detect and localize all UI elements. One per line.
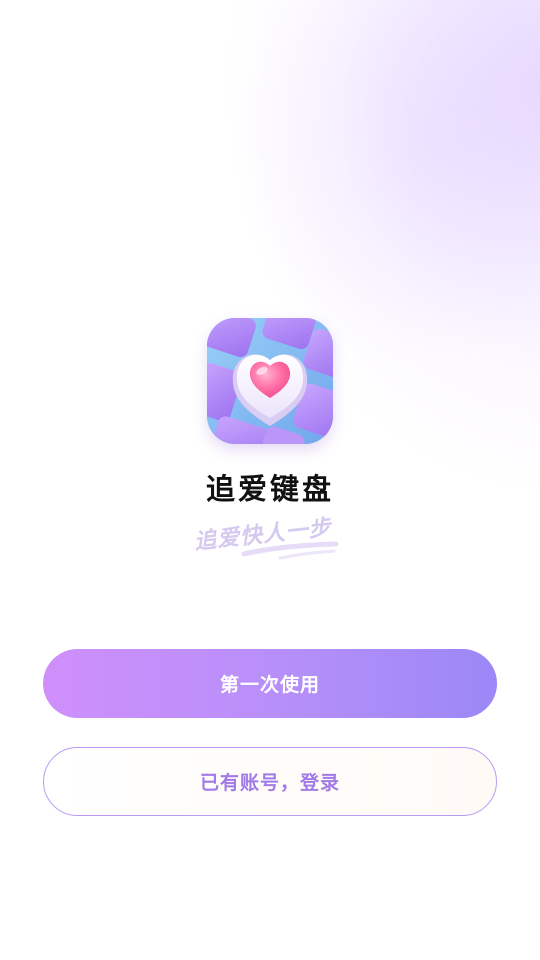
app-logo <box>207 318 333 444</box>
app-name-title: 追爱键盘 <box>205 472 334 506</box>
heart-keycap-icon <box>207 318 333 444</box>
app-slogan: 追爱快人一步 <box>190 514 350 564</box>
login-button[interactable]: 已有账号，登录 <box>43 747 497 816</box>
first-use-button[interactable]: 第一次使用 <box>43 649 497 718</box>
